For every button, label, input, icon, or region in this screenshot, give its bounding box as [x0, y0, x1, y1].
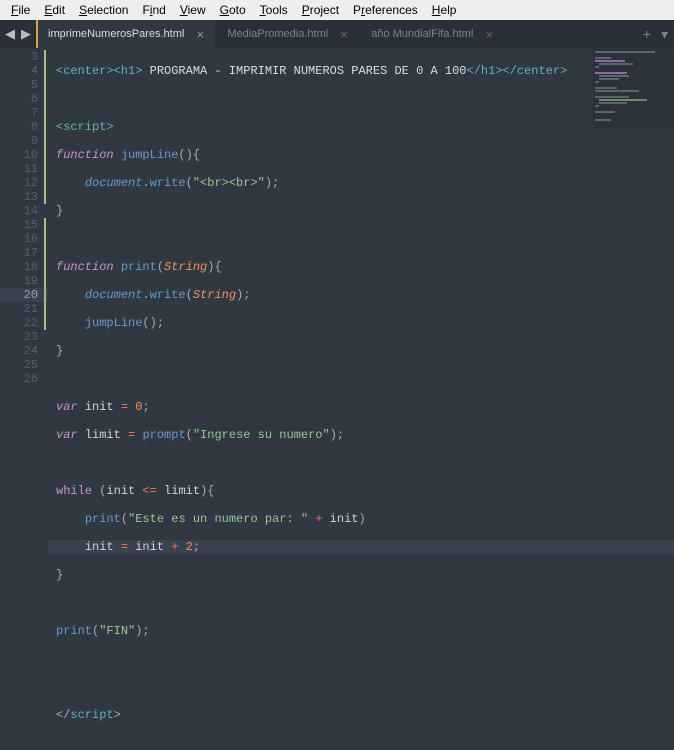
line-number: 21: [0, 302, 38, 316]
menu-preferences[interactable]: Preferences: [346, 3, 425, 17]
tab-bar: ◀ ▶ imprimeNumerosPares.html × MediaProm…: [0, 20, 674, 48]
tab-inactive[interactable]: año MundialFifa.html ×: [359, 20, 504, 48]
line-number: 24: [0, 344, 38, 358]
menu-find[interactable]: Find: [135, 3, 172, 17]
line-number: 7: [0, 106, 38, 120]
line-number: 18: [0, 260, 38, 274]
tab-label: año MundialFifa.html: [371, 28, 473, 40]
tab-active[interactable]: imprimeNumerosPares.html ×: [36, 20, 215, 48]
tab-label: imprimeNumerosPares.html: [48, 28, 184, 40]
close-icon[interactable]: ×: [483, 27, 495, 42]
close-icon[interactable]: ×: [338, 27, 350, 42]
line-number: 26: [0, 372, 38, 386]
tab-nav-left-icon[interactable]: ◀: [3, 26, 17, 42]
menu-help[interactable]: Help: [425, 3, 464, 17]
tab-controls-right: + ▾: [643, 20, 674, 48]
menu-project[interactable]: Project: [295, 3, 346, 17]
tab-nav-right-icon[interactable]: ▶: [19, 26, 33, 42]
menu-tools[interactable]: Tools: [253, 3, 295, 17]
line-number: 23: [0, 330, 38, 344]
tab-inactive[interactable]: MediaPromedia.html ×: [215, 20, 359, 48]
gutter: 3456789101112131415161718192021222324252…: [0, 48, 48, 561]
line-number: 20: [0, 288, 48, 302]
line-number: 16: [0, 232, 38, 246]
menu-selection[interactable]: Selection: [72, 3, 135, 17]
menu-edit[interactable]: Edit: [37, 3, 72, 17]
modified-marker: [44, 218, 46, 330]
line-number: 9: [0, 134, 38, 148]
line-number: 12: [0, 176, 38, 190]
line-number: 5: [0, 78, 38, 92]
menu-view[interactable]: View: [173, 3, 213, 17]
line-number: 13: [0, 190, 38, 204]
tab-overflow-icon[interactable]: ▾: [661, 26, 668, 43]
minimap[interactable]: [593, 49, 673, 129]
code-area[interactable]: <center><h1> PROGRAMA - IMPRIMIR NUMEROS…: [48, 48, 674, 561]
editor: 3456789101112131415161718192021222324252…: [0, 48, 674, 561]
tab-nav: ◀ ▶: [0, 20, 36, 48]
line-number: 14: [0, 204, 38, 218]
menu-bar: File Edit Selection Find View Goto Tools…: [0, 0, 674, 20]
line-number: 6: [0, 92, 38, 106]
menu-file[interactable]: File: [4, 3, 37, 17]
line-number: 25: [0, 358, 38, 372]
modified-marker: [44, 50, 46, 204]
line-number: 11: [0, 162, 38, 176]
line-number: 8: [0, 120, 38, 134]
close-icon[interactable]: ×: [194, 27, 206, 42]
menu-goto[interactable]: Goto: [213, 3, 253, 17]
line-number: 4: [0, 64, 38, 78]
line-number: 15: [0, 218, 38, 232]
line-number: 3: [0, 50, 38, 64]
line-number: 10: [0, 148, 38, 162]
new-tab-icon[interactable]: +: [643, 26, 651, 42]
line-number: 17: [0, 246, 38, 260]
tab-label: MediaPromedia.html: [227, 28, 328, 40]
line-number: 22: [0, 316, 38, 330]
line-number: 19: [0, 274, 38, 288]
